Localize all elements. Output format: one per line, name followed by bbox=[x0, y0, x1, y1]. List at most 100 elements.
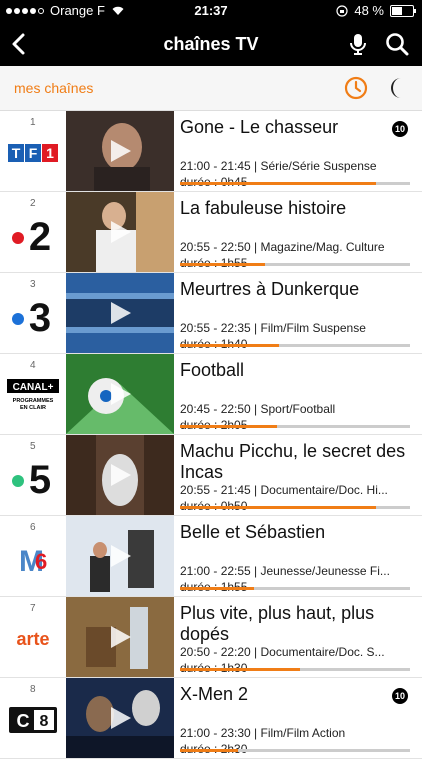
microphone-icon[interactable] bbox=[346, 32, 370, 56]
channel-number: 8 bbox=[30, 684, 36, 695]
svg-text:arte: arte bbox=[16, 629, 49, 649]
svg-text:5: 5 bbox=[29, 458, 51, 497]
svg-text:CANAL+: CANAL+ bbox=[13, 382, 54, 393]
svg-text:F: F bbox=[29, 145, 38, 161]
program-info: La fabuleuse histoire 20:55 - 22:50 | Ma… bbox=[180, 192, 412, 272]
program-info: Football 20:45 - 22:50 | Sport/Football … bbox=[180, 354, 412, 434]
channel-logo-france2: 2 bbox=[6, 212, 60, 256]
channel-number: 7 bbox=[30, 603, 36, 614]
channel-logo-france3: 3 bbox=[6, 293, 60, 337]
program-thumbnail[interactable] bbox=[66, 192, 174, 272]
play-icon[interactable] bbox=[107, 462, 133, 488]
svg-text:C: C bbox=[17, 711, 30, 731]
progress-bar bbox=[180, 587, 410, 590]
program-title: Gone - Le chasseur bbox=[180, 117, 339, 137]
svg-text:T: T bbox=[12, 145, 21, 161]
svg-text:3: 3 bbox=[29, 296, 51, 335]
channel-logo-tf1: T F 1 bbox=[6, 131, 60, 175]
nav-bar: chaînes TV bbox=[0, 22, 422, 66]
program-title: Belle et Sébastien bbox=[180, 522, 326, 542]
channel-list: 1 T F 1 Gone - Le chasseur 21:00 - 21:45… bbox=[0, 111, 422, 759]
channel-row[interactable]: 4 CANAL+ PROGRAMMES EN CLAIR Football 20… bbox=[0, 354, 422, 435]
svg-text:PROGRAMMES: PROGRAMMES bbox=[13, 398, 54, 404]
svg-text:2: 2 bbox=[29, 215, 51, 254]
program-time: 21:00 - 21:45 | Série/Série Suspense bbox=[180, 159, 377, 173]
play-icon[interactable] bbox=[107, 543, 133, 569]
program-thumbnail[interactable] bbox=[66, 678, 174, 758]
program-thumbnail[interactable] bbox=[66, 111, 174, 191]
filter-bar: mes chaînes bbox=[0, 66, 422, 111]
program-thumbnail[interactable] bbox=[66, 435, 174, 515]
program-info: Meurtres à Dunkerque 20:55 - 22:35 | Fil… bbox=[180, 273, 412, 353]
svg-text:1: 1 bbox=[46, 145, 54, 161]
channel-row[interactable]: 7 arte Plus vite, plus haut, plus dopés … bbox=[0, 597, 422, 678]
program-time: 21:00 - 23:30 | Film/Film Action bbox=[180, 726, 346, 740]
program-title: Plus vite, plus haut, plus dopés bbox=[180, 603, 375, 644]
program-title: Machu Picchu, le secret des Incas bbox=[180, 441, 406, 482]
program-thumbnail[interactable] bbox=[66, 273, 174, 353]
program-time: 20:55 - 22:35 | Film/Film Suspense bbox=[180, 321, 366, 335]
progress-bar bbox=[180, 506, 410, 509]
program-info: Belle et Sébastien 21:00 - 22:55 | Jeune… bbox=[180, 516, 412, 596]
channel-row[interactable]: 5 5 Machu Picchu, le secret des Incas 20… bbox=[0, 435, 422, 516]
channel-logo-canalplus: CANAL+ PROGRAMMES EN CLAIR bbox=[6, 374, 60, 418]
play-icon[interactable] bbox=[107, 219, 133, 245]
channel-row[interactable]: 3 3 Meurtres à Dunkerque 20:55 - 22:35 |… bbox=[0, 273, 422, 354]
battery-percent: 48 % bbox=[354, 3, 384, 18]
progress-bar bbox=[180, 182, 410, 185]
program-thumbnail[interactable] bbox=[66, 516, 174, 596]
program-info: X-Men 2 21:00 - 23:30 | Film/Film Action… bbox=[180, 678, 412, 758]
age-rating-badge: 10 bbox=[392, 688, 408, 704]
channel-number: 4 bbox=[30, 360, 36, 371]
program-title: Meurtres à Dunkerque bbox=[180, 279, 360, 299]
age-rating-badge: 10 bbox=[392, 121, 408, 137]
channel-logo-arte: arte bbox=[6, 617, 60, 661]
search-icon[interactable] bbox=[384, 31, 410, 57]
channel-number: 6 bbox=[30, 522, 36, 533]
channel-logo-m6: M6 bbox=[6, 536, 60, 580]
program-time: 21:00 - 22:55 | Jeunesse/Jeunesse Fi... bbox=[180, 564, 390, 578]
channel-number: 3 bbox=[30, 279, 36, 290]
battery-icon bbox=[390, 4, 416, 17]
progress-bar bbox=[180, 668, 410, 671]
svg-text:EN CLAIR: EN CLAIR bbox=[20, 405, 46, 411]
channel-logo-c8: C8 bbox=[6, 698, 60, 742]
program-thumbnail[interactable] bbox=[66, 354, 174, 434]
clock-icon[interactable] bbox=[344, 76, 368, 100]
play-icon[interactable] bbox=[107, 138, 133, 164]
progress-bar bbox=[180, 344, 410, 347]
channel-logo-france5: 5 bbox=[6, 455, 60, 499]
channel-number: 1 bbox=[30, 117, 36, 128]
program-title: La fabuleuse histoire bbox=[180, 198, 347, 218]
play-icon[interactable] bbox=[107, 381, 133, 407]
program-time: 20:55 - 21:45 | Documentaire/Doc. Hi... bbox=[180, 483, 388, 497]
play-icon[interactable] bbox=[107, 624, 133, 650]
progress-bar bbox=[180, 263, 410, 266]
progress-bar bbox=[180, 425, 410, 428]
status-bar: Orange F 21:37 48 % bbox=[0, 0, 422, 22]
channel-row[interactable]: 8 C8 X-Men 2 21:00 - 23:30 | Film/Film A… bbox=[0, 678, 422, 759]
program-thumbnail[interactable] bbox=[66, 597, 174, 677]
program-time: 20:50 - 22:20 | Documentaire/Doc. S... bbox=[180, 645, 385, 659]
play-icon[interactable] bbox=[107, 300, 133, 326]
channel-number: 5 bbox=[30, 441, 36, 452]
status-right: 48 % bbox=[336, 3, 416, 18]
program-info: Plus vite, plus haut, plus dopés 20:50 -… bbox=[180, 597, 412, 677]
channel-row[interactable]: 2 2 La fabuleuse histoire 20:55 - 22:50 … bbox=[0, 192, 422, 273]
svg-text:6: 6 bbox=[35, 549, 47, 574]
program-info: Gone - Le chasseur 21:00 - 21:45 | Série… bbox=[180, 111, 412, 191]
program-title: Football bbox=[180, 360, 245, 380]
play-icon[interactable] bbox=[107, 705, 133, 731]
moon-icon[interactable] bbox=[386, 76, 410, 100]
svg-text:8: 8 bbox=[40, 713, 49, 730]
program-title: X-Men 2 bbox=[180, 684, 249, 704]
channel-row[interactable]: 6 M6 Belle et Sébastien 21:00 - 22:55 | … bbox=[0, 516, 422, 597]
program-info: Machu Picchu, le secret des Incas 20:55 … bbox=[180, 435, 412, 515]
channel-row[interactable]: 1 T F 1 Gone - Le chasseur 21:00 - 21:45… bbox=[0, 111, 422, 192]
progress-bar bbox=[180, 749, 410, 752]
program-time: 20:45 - 22:50 | Sport/Football bbox=[180, 402, 336, 416]
channel-number: 2 bbox=[30, 198, 36, 209]
lock-rotation-icon bbox=[336, 4, 348, 17]
program-time: 20:55 - 22:50 | Magazine/Mag. Culture bbox=[180, 240, 385, 254]
my-channels-filter[interactable]: mes chaînes bbox=[14, 80, 93, 96]
